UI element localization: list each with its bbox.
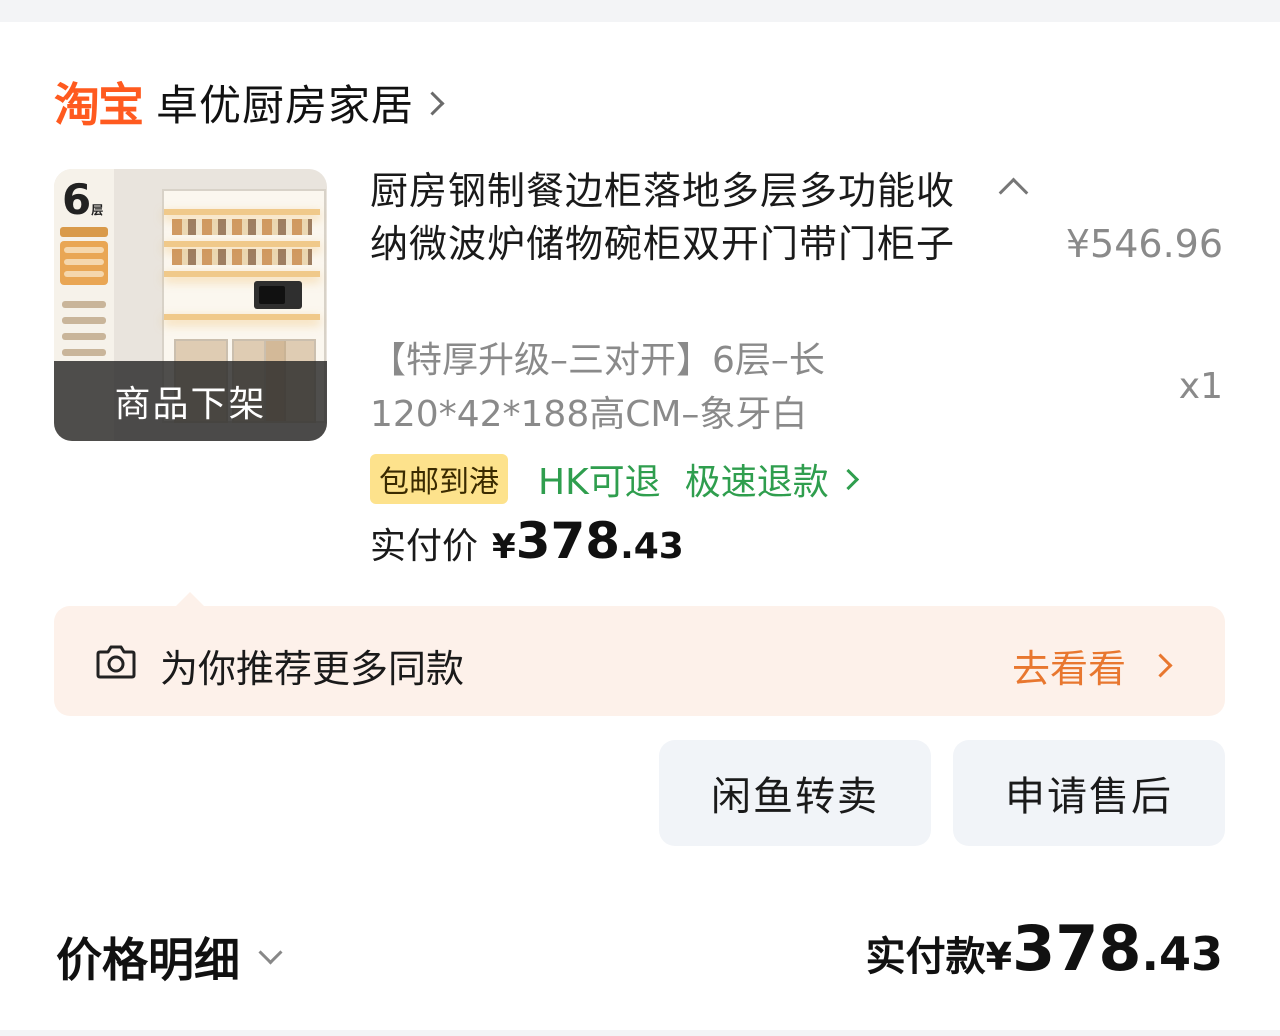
chevron-right-icon xyxy=(420,90,445,116)
apply-aftersale-button[interactable]: 申请售后 xyxy=(953,740,1225,846)
total-paid-integer: 378 xyxy=(1012,912,1142,985)
recommend-banner[interactable]: 为你推荐更多同款 去看看 xyxy=(54,606,1225,716)
fast-refund-link[interactable]: 极速退款 xyxy=(684,453,859,505)
shelf xyxy=(164,314,320,320)
product-sku: 【特厚升级–三对开】6层–长120*42*188高CM–象牙白 xyxy=(370,340,825,435)
feature-line xyxy=(62,301,106,308)
chevron-right-icon xyxy=(1148,653,1173,678)
paid-price: 实付价 ¥ 378 .43 xyxy=(370,512,684,574)
total-paid-label: 实付款 xyxy=(865,934,986,980)
spec-line xyxy=(64,247,104,253)
delisted-label: 商品下架 xyxy=(114,384,267,425)
feature-line xyxy=(62,317,106,324)
taobao-logo: 淘宝 xyxy=(54,78,144,132)
product-quantity: x1 xyxy=(1178,366,1223,407)
price-detail-label: 价格明细 xyxy=(56,933,240,987)
spec-line xyxy=(64,271,104,277)
shop-header[interactable]: 淘宝 卓优厨房家居 xyxy=(54,70,445,134)
paid-price-integer: 378 xyxy=(515,512,621,570)
chevron-right-icon xyxy=(837,468,859,490)
shelf xyxy=(164,271,320,277)
top-divider xyxy=(0,0,1280,22)
shipping-tag: 包邮到港 xyxy=(370,454,508,504)
feature-line xyxy=(62,333,106,340)
go-see-link[interactable]: 去看看 xyxy=(1011,638,1173,693)
chevron-up-icon[interactable] xyxy=(998,177,1029,208)
return-tag: HK可退 xyxy=(538,462,661,503)
fast-refund-label: 极速退款 xyxy=(684,462,829,503)
shelf xyxy=(164,209,320,215)
shop-name[interactable]: 卓优厨房家居 xyxy=(156,72,414,133)
camera-icon xyxy=(96,645,136,679)
go-see-label: 去看看 xyxy=(1011,647,1126,691)
total-paid: 实付款 ¥ 378 .43 xyxy=(866,912,1223,992)
spec-line xyxy=(64,259,104,265)
original-price: ¥546.96 xyxy=(1065,222,1223,266)
product-thumbnail[interactable]: 6层 商品下架 xyxy=(54,169,327,441)
shelf-items xyxy=(172,249,312,265)
service-tags: 包邮到港 HK可退 极速退款 xyxy=(370,453,859,505)
total-paid-currency: ¥ xyxy=(985,935,1013,979)
xianyu-resell-button[interactable]: 闲鱼转卖 xyxy=(659,740,931,846)
price-detail-toggle[interactable]: 价格明细 xyxy=(56,922,283,992)
shelf xyxy=(164,241,320,247)
paid-price-currency: ¥ xyxy=(492,527,516,567)
microwave-image xyxy=(254,281,302,309)
product-title[interactable]: 厨房钢制餐边柜落地多层多功能收纳微波炉储物碗柜双开门带门柜子 xyxy=(370,165,960,271)
feature-line xyxy=(62,349,106,356)
shelf-items xyxy=(172,219,312,235)
paid-price-decimal: .43 xyxy=(620,526,684,567)
layer-count-badge: 6层 xyxy=(62,175,104,224)
recommend-text: 为你推荐更多同款 xyxy=(160,647,465,691)
chevron-down-icon xyxy=(258,939,283,965)
delisted-overlay: 商品下架 xyxy=(54,361,327,441)
total-paid-decimal: .43 xyxy=(1141,927,1224,981)
bottom-divider xyxy=(0,1030,1280,1036)
spec-tag xyxy=(60,227,108,237)
paid-price-label: 实付价 xyxy=(370,526,479,567)
